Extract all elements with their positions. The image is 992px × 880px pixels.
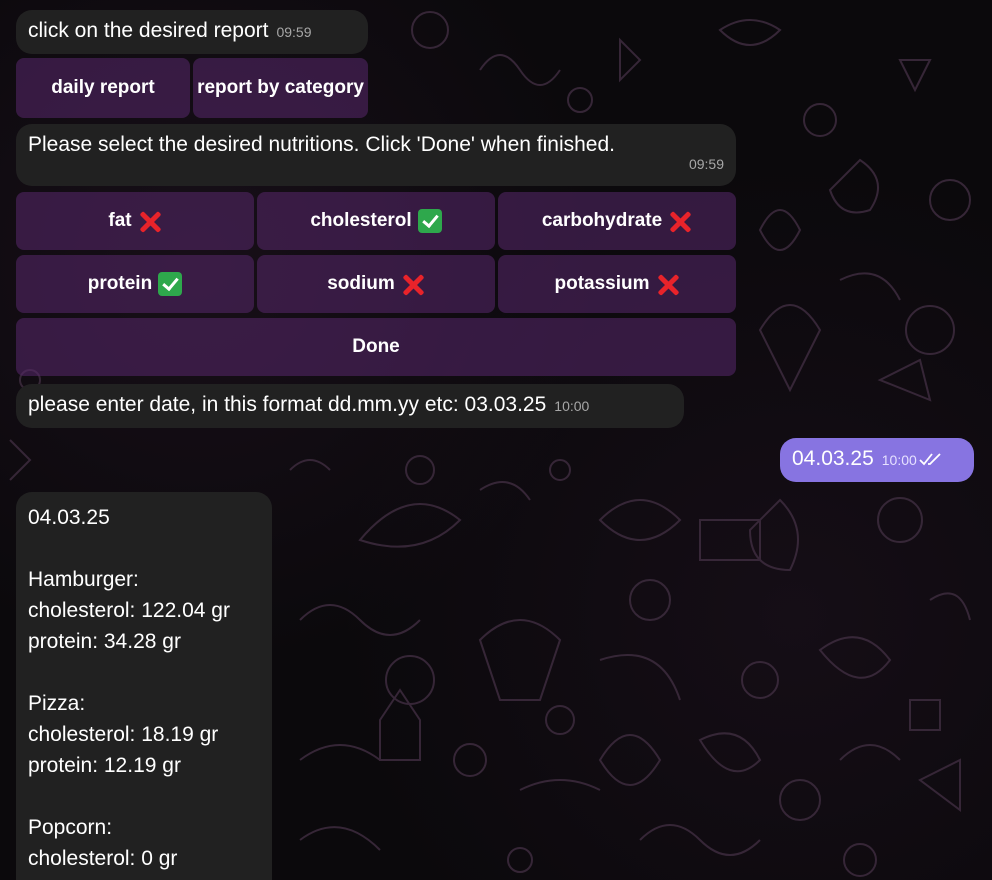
message-time: 09:59 xyxy=(688,156,724,172)
button-label: cholesterol xyxy=(310,210,412,231)
nutrition-button-protein[interactable]: protein xyxy=(16,255,254,313)
button-label: sodium xyxy=(327,273,395,294)
button-label: Done xyxy=(352,336,400,357)
report-item-line: cholesterol: 18.19 gr xyxy=(28,723,219,746)
nutrition-button-potassium[interactable]: potassium xyxy=(498,255,736,313)
message-text: click on the desired report xyxy=(28,19,269,42)
daily-report-button[interactable]: daily report xyxy=(16,58,190,118)
message-bubble-nutrition-prompt: Please select the desired nutritions. Cl… xyxy=(16,124,736,186)
double-check-icon xyxy=(919,453,941,466)
report-item-name: Popcorn: xyxy=(28,816,113,839)
report-item-name: Hamburger: xyxy=(28,568,139,591)
button-label: carbohydrate xyxy=(541,210,663,231)
report-item-name: Pizza: xyxy=(28,692,86,715)
cross-mark-icon xyxy=(401,272,425,296)
message-bubble-date-prompt: please enter date, in this format dd.mm.… xyxy=(16,384,684,428)
message-text: please enter date, in this format dd.mm.… xyxy=(28,393,547,416)
button-label: potassium xyxy=(554,273,650,294)
message-bubble-report: 04.03.25 Hamburger: cholesterol: 122.04 … xyxy=(16,492,272,880)
report-spacer xyxy=(28,533,260,564)
nutrition-button-carbohydrate[interactable]: carbohydrate xyxy=(498,192,736,250)
nutrition-button-sodium[interactable]: sodium xyxy=(257,255,495,313)
done-button[interactable]: Done xyxy=(16,318,736,376)
report-spacer xyxy=(28,781,260,812)
nutrition-button-cholesterol[interactable]: cholesterol xyxy=(257,192,495,250)
report-item-line: protein: 34.28 gr xyxy=(28,630,181,653)
message-time: 10:00 xyxy=(881,452,917,468)
message-bubble-report-prompt: click on the desired report 09:59 xyxy=(16,10,368,54)
check-mark-icon xyxy=(417,209,442,233)
report-item-line: cholesterol: 122.04 gr xyxy=(28,599,230,622)
button-label: protein xyxy=(87,273,153,294)
message-time: 10:00 xyxy=(554,398,590,414)
button-label: fat xyxy=(108,210,132,231)
chat-area: click on the desired report 09:59 daily r… xyxy=(0,0,992,880)
report-item-line: protein: 12.19 gr xyxy=(28,754,181,777)
report-spacer xyxy=(28,657,260,688)
cross-mark-icon xyxy=(656,272,680,296)
nutrition-button-fat[interactable]: fat xyxy=(16,192,254,250)
check-mark-icon xyxy=(158,272,183,296)
report-item-line: cholesterol: 0 gr xyxy=(28,847,178,870)
message-text: Please select the desired nutritions. Cl… xyxy=(28,133,615,156)
message-time: 09:59 xyxy=(276,24,312,40)
button-label: report by category xyxy=(197,77,364,98)
cross-mark-icon xyxy=(138,209,162,233)
cross-mark-icon xyxy=(668,209,692,233)
button-label: daily report xyxy=(51,77,155,98)
report-by-category-button[interactable]: report by category xyxy=(193,58,368,118)
message-text: 04.03.25 xyxy=(792,447,874,470)
report-date: 04.03.25 xyxy=(28,506,110,529)
message-bubble-outgoing-date: 04.03.25 10:00 xyxy=(780,438,974,482)
